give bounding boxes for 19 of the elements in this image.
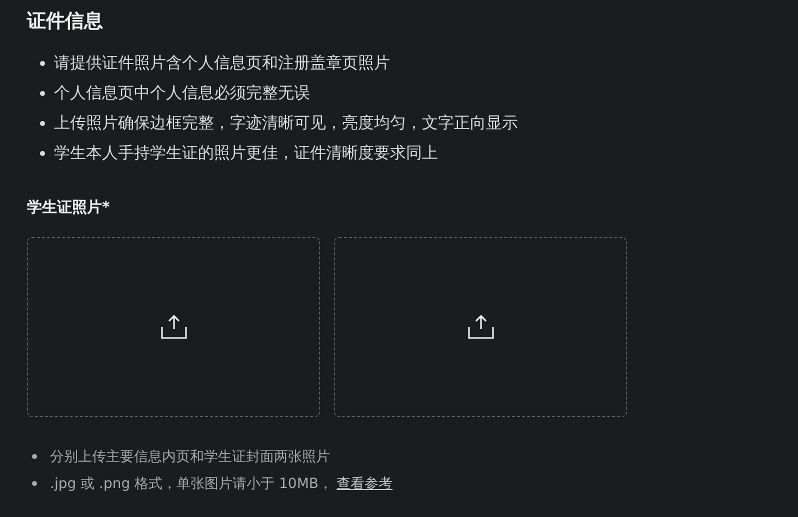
bullet-dot xyxy=(40,150,45,156)
bullet-dot xyxy=(32,481,37,486)
requirement-text: 请提供证件照片含个人信息页和注册盖章页照片 xyxy=(54,52,390,74)
bullet-dot xyxy=(32,454,37,459)
bullet-dot xyxy=(40,90,45,96)
upload-area[interactable] xyxy=(334,237,627,417)
requirement-text: 学生本人手持学生证的照片更佳，证件清晰度要求同上 xyxy=(54,142,438,164)
hint-text: 分别上传主要信息内页和学生证封面两张照片 xyxy=(50,448,330,466)
upload-area[interactable] xyxy=(27,237,320,417)
upload-icon xyxy=(160,313,188,341)
upload-icon xyxy=(466,313,494,341)
requirement-text: 上传照片确保边框完整，字迹清晰可见，亮度均匀，文字正向显示 xyxy=(54,112,518,134)
reference-link[interactable]: 查看参考 xyxy=(336,476,393,492)
bullet-dot xyxy=(40,60,45,66)
hint-text: .jpg 或 .png 格式，单张图片请小于 10MB， 查看参考 xyxy=(50,474,393,492)
requirement-text: 个人信息页中个人信息必须完整无误 xyxy=(54,82,310,104)
field-label: 学生证照片* xyxy=(27,198,111,217)
bullet-dot xyxy=(40,120,45,126)
section-title: 证件信息 xyxy=(27,9,104,34)
